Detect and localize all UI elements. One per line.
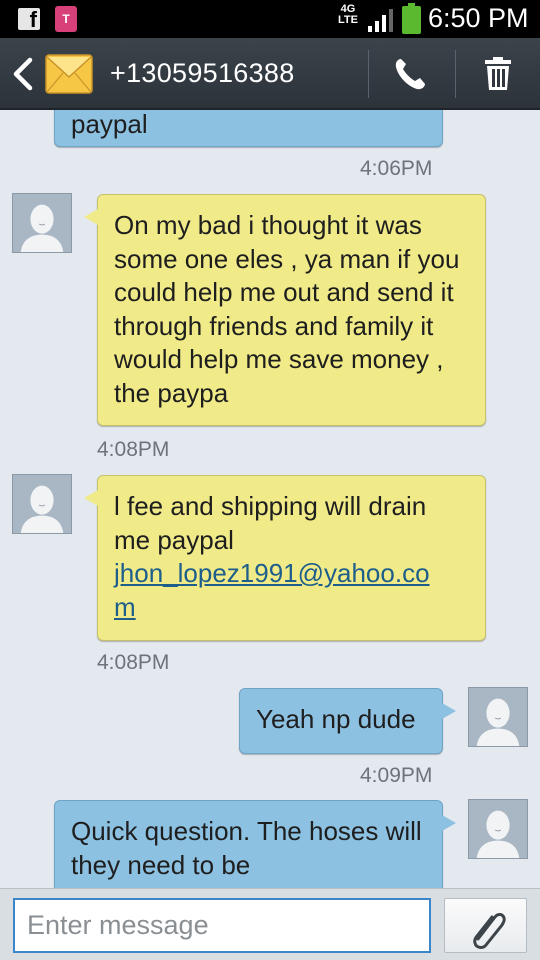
message-text: Quick question. The hoses will they need… xyxy=(71,816,422,880)
message-bubble-outgoing[interactable]: Quick question. The hoses will they need… xyxy=(54,800,456,888)
message-bubble-outgoing[interactable]: paypal xyxy=(54,110,443,147)
back-chevron-icon[interactable] xyxy=(10,56,36,92)
tmobile-icon: T xyxy=(55,6,77,32)
message-timestamp: 4:08PM xyxy=(97,438,170,461)
message-text: Yeah np dude xyxy=(256,704,416,734)
contact-number[interactable]: +13059516388 xyxy=(110,58,295,89)
attach-button[interactable] xyxy=(444,898,527,953)
conversation-header: +13059516388 xyxy=(0,38,540,110)
header-divider xyxy=(455,50,456,98)
envelope-icon xyxy=(45,54,93,94)
paperclip-icon xyxy=(473,913,506,949)
bubble-tail xyxy=(442,703,456,719)
message-timestamp: 4:08PM xyxy=(97,651,170,674)
contact-avatar[interactable] xyxy=(12,474,72,534)
message-input[interactable] xyxy=(13,898,431,953)
message-bubble-outgoing[interactable]: Yeah np dude xyxy=(239,688,456,754)
network-type-indicator: 4G LTE xyxy=(338,3,358,26)
message-bubble-incoming[interactable]: l fee and shipping will drain me paypal … xyxy=(84,475,486,641)
email-link-continued[interactable]: m xyxy=(114,592,136,622)
email-link[interactable]: jhon_lopez1991@yahoo.co xyxy=(114,558,430,588)
message-text: paypal xyxy=(71,110,148,139)
my-avatar[interactable] xyxy=(468,799,528,859)
message-text: On my bad i thought it was some one eles… xyxy=(114,210,460,408)
status-bar: T 4GLTE 6:50 PM xyxy=(0,0,540,38)
composer-bar xyxy=(0,888,540,960)
bubble-tail xyxy=(442,815,456,831)
phone-icon[interactable] xyxy=(390,54,430,94)
trash-icon[interactable] xyxy=(478,54,518,94)
message-list[interactable]: paypal 4:06PM On my bad i thought it was… xyxy=(0,110,540,888)
message-timestamp: 4:09PM xyxy=(360,764,433,787)
battery-icon xyxy=(402,3,421,34)
contact-avatar[interactable] xyxy=(12,193,72,253)
bubble-tail xyxy=(84,490,98,506)
header-divider xyxy=(368,50,369,98)
facebook-icon xyxy=(18,7,40,33)
message-timestamp: 4:06PM xyxy=(360,157,433,180)
my-avatar[interactable] xyxy=(468,687,528,747)
status-time: 6:50 PM xyxy=(428,3,529,33)
message-text: l fee and shipping will drain me paypal xyxy=(114,491,427,555)
bubble-tail xyxy=(84,209,98,225)
message-bubble-incoming[interactable]: On my bad i thought it was some one eles… xyxy=(84,194,486,426)
signal-strength-icon xyxy=(368,9,393,32)
